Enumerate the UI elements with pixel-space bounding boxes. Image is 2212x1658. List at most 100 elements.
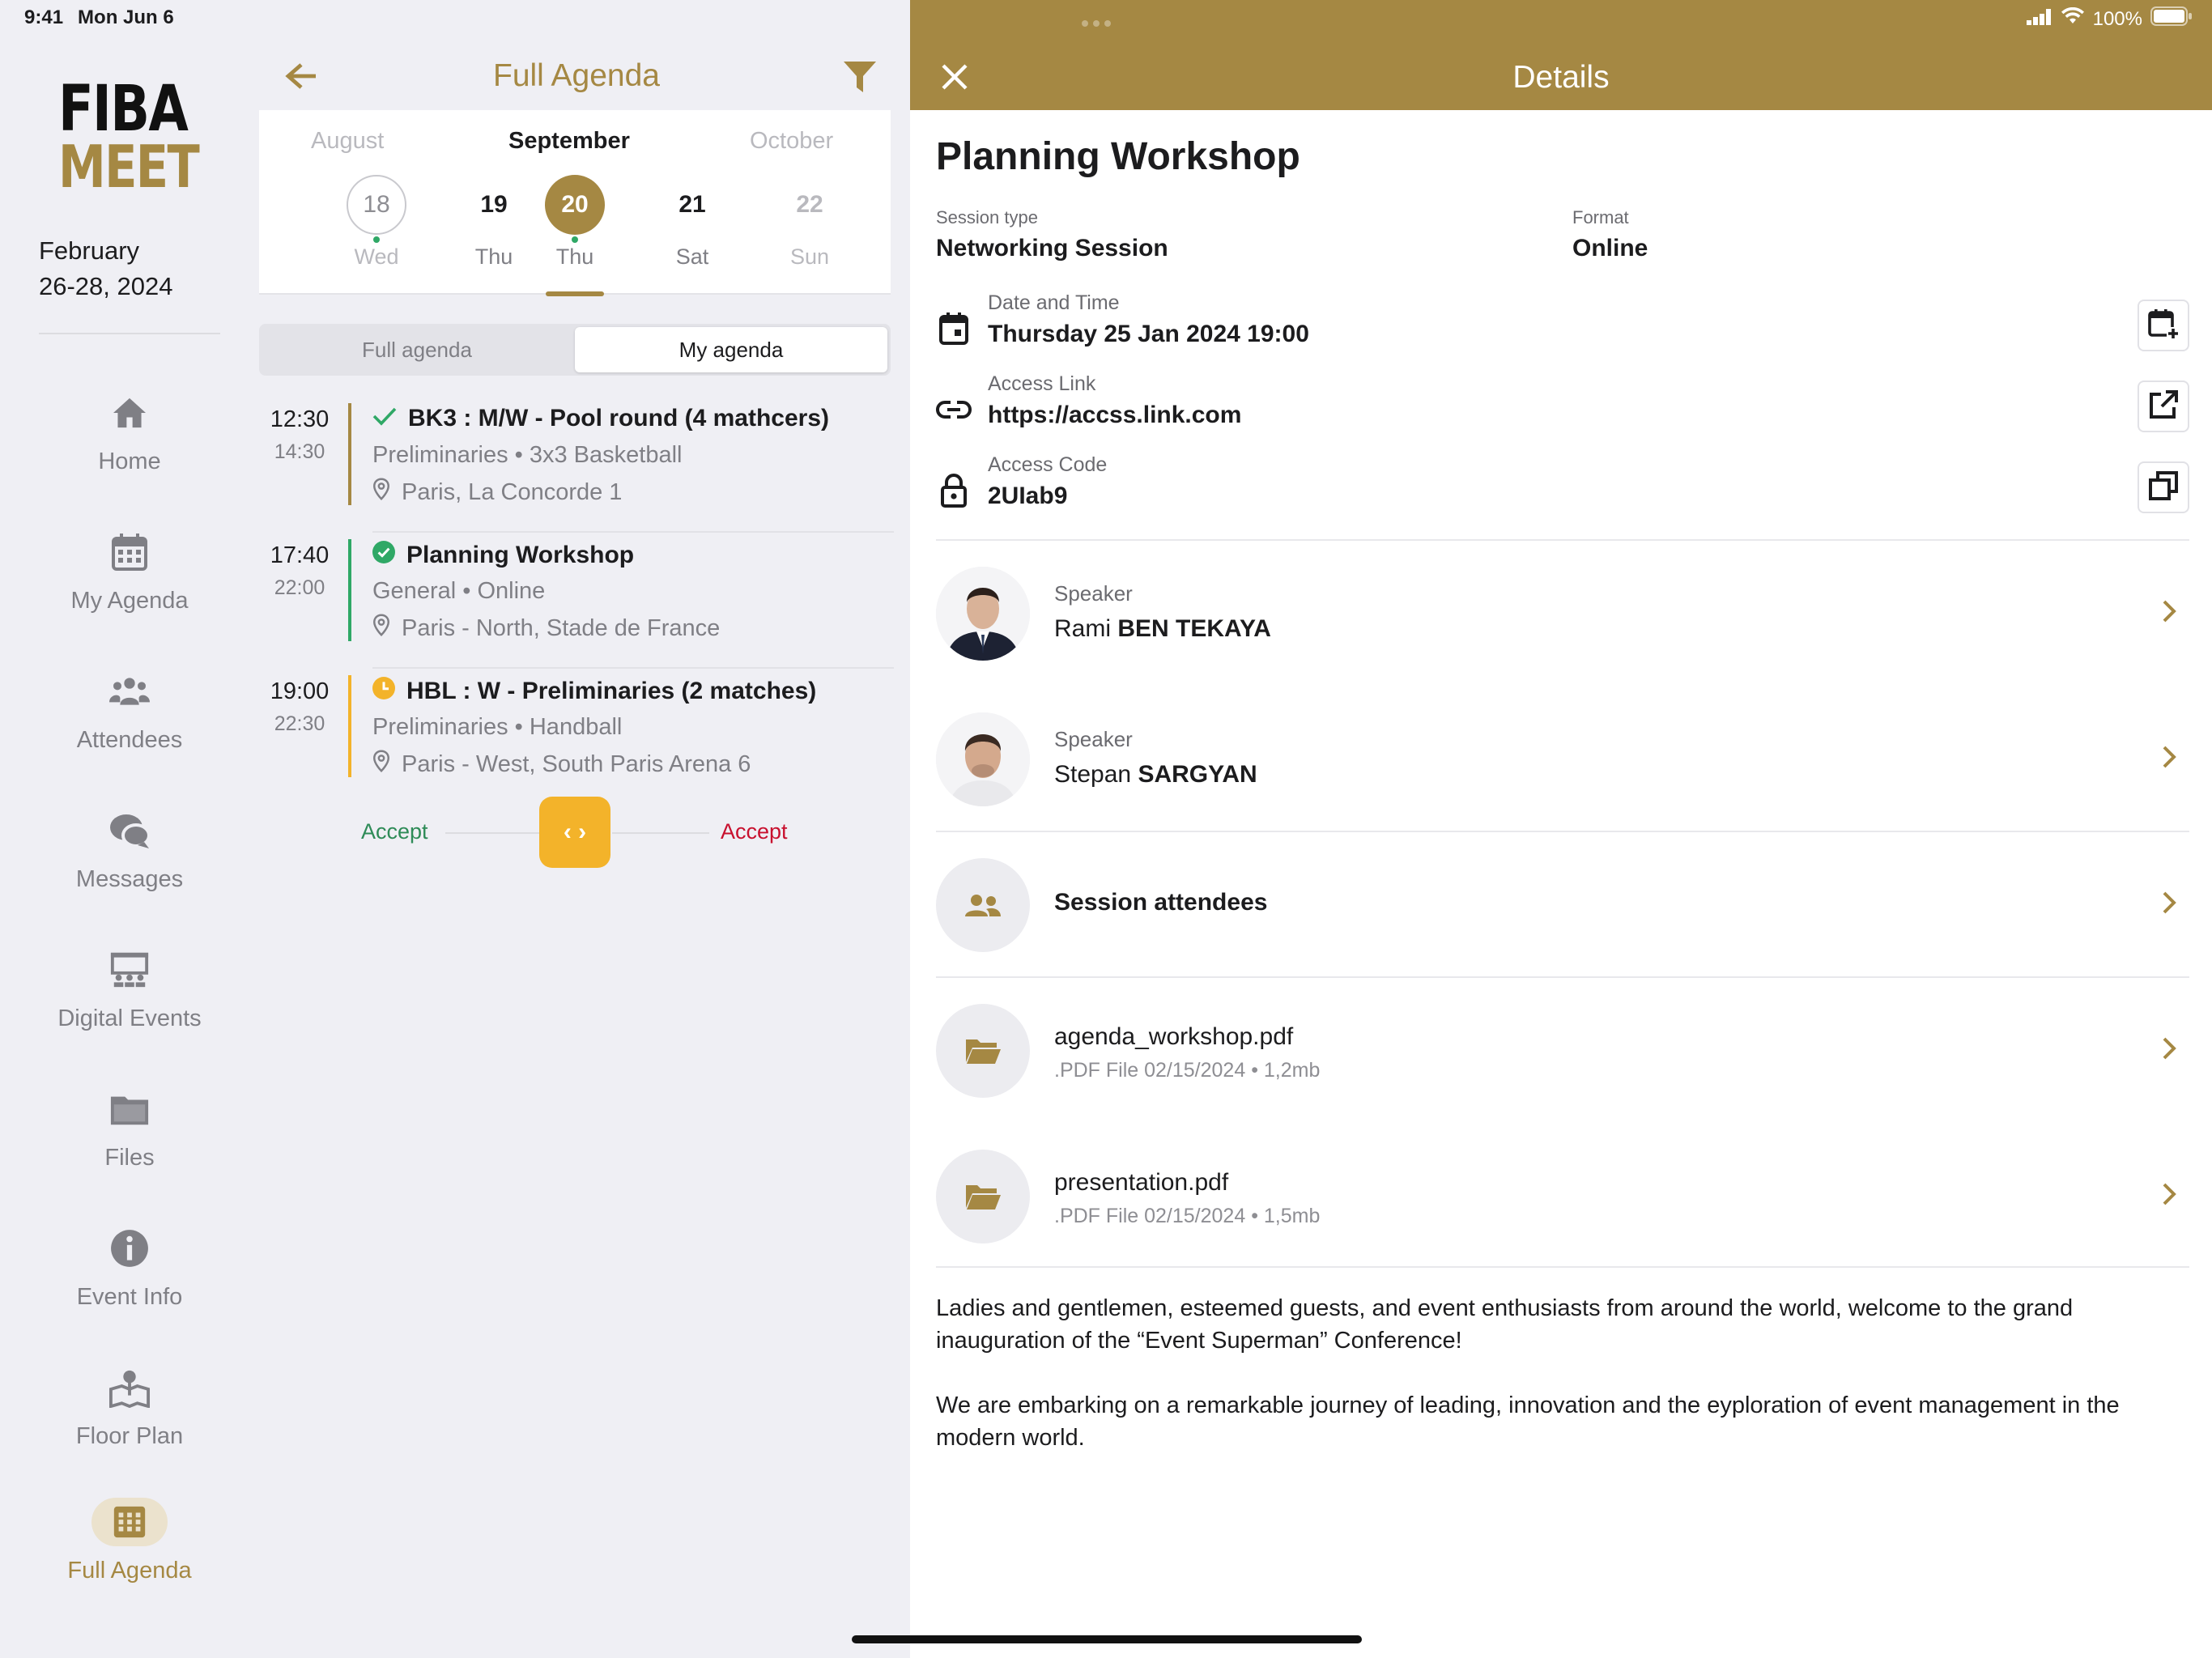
link-icon xyxy=(936,392,972,427)
agenda-segmented-control: Full agenda My agenda xyxy=(259,324,891,376)
session-start: 12:30 xyxy=(270,406,330,432)
home-indicator[interactable] xyxy=(852,1635,1362,1643)
agenda-column: Full Agenda August September October 18 … xyxy=(259,49,894,1658)
access-link-value[interactable]: https://accss.link.com xyxy=(988,402,1241,429)
sidebar-item-label: Messages xyxy=(75,866,184,892)
speaker-name: Stepan SARGYAN xyxy=(1054,761,1257,789)
filter-icon[interactable] xyxy=(842,60,878,98)
tab-full-agenda[interactable]: Full agenda xyxy=(259,324,575,376)
file-row[interactable]: presentation.pdf .PDF File 02/15/2024 • … xyxy=(936,1127,2189,1265)
details-pane: 100% Details Planning Workshop Session t… xyxy=(910,0,2212,1658)
event-date-line-2: 26-28, 2024 xyxy=(39,272,173,300)
sidebar-item-full-agenda[interactable]: Full Agenda xyxy=(24,1498,235,1619)
open-link-button[interactable] xyxy=(2138,380,2189,432)
fiba-meet-logo: FIBA MEET xyxy=(58,78,204,196)
battery-icon xyxy=(2150,6,2193,32)
event-dot-empty xyxy=(491,236,497,243)
date-time-value: Thursday 25 Jan 2024 19:00 xyxy=(988,321,1309,347)
month-prev[interactable]: August xyxy=(311,128,384,155)
lock-icon xyxy=(936,473,972,508)
copy-code-button[interactable] xyxy=(2138,461,2189,513)
speaker-name: Rami BEN TEKAYA xyxy=(1054,615,1271,643)
sidebar-divider xyxy=(39,333,220,334)
swipe-handle[interactable]: ‹ › xyxy=(539,797,610,868)
session-status-bar xyxy=(348,403,351,505)
calendar-event-icon xyxy=(936,311,972,346)
info-icon xyxy=(105,1224,154,1273)
sidebar-item-messages[interactable]: Messages xyxy=(24,806,235,928)
floor-plan-icon xyxy=(105,1363,154,1412)
date-picker: August September October 18 Wed 19 Thu 2… xyxy=(259,110,891,295)
status-bar-right: 100% xyxy=(2026,6,2193,32)
divider xyxy=(936,976,2189,978)
month-current: September xyxy=(508,128,630,154)
location-pin-icon xyxy=(372,478,390,507)
day-21[interactable]: 21 Sat xyxy=(656,175,729,270)
session-title-text: HBL : W - Preliminaries (2 matches) xyxy=(406,678,817,704)
sidebar-item-my-agenda[interactable]: My Agenda xyxy=(24,528,235,649)
session-start: 17:40 xyxy=(270,542,330,568)
date-time-row: Date and Time Thursday 25 Jan 2024 19:00 xyxy=(936,291,2189,364)
session-item[interactable]: 12:30 14:30 BK3 : M/W - Pool round (4 ma… xyxy=(259,397,894,533)
session-location: Paris, La Concorde 1 xyxy=(372,478,622,507)
access-code-label: Access Code xyxy=(988,453,1108,476)
session-attendees-row[interactable]: Session attendees xyxy=(936,835,2189,973)
sidebar-item-label: Floor Plan xyxy=(75,1423,184,1449)
file-meta: .PDF File 02/15/2024 • 1,2mb xyxy=(1054,1059,1321,1082)
file-row[interactable]: agenda_workshop.pdf .PDF File 02/15/2024… xyxy=(936,981,2189,1119)
session-type-value: Networking Session xyxy=(936,235,1168,261)
day-19[interactable]: 19 Thu xyxy=(457,175,530,270)
session-item[interactable]: 17:40 22:00 Planning Workshop General • … xyxy=(259,533,894,669)
tab-my-agenda[interactable]: My agenda xyxy=(575,327,887,372)
check-circle-icon xyxy=(372,541,395,570)
day-18[interactable]: 18 Wed xyxy=(340,175,413,270)
sidebar-item-event-info[interactable]: Event Info xyxy=(24,1224,235,1346)
session-item[interactable]: 19:00 22:30 HBL : W - Preliminaries (2 m… xyxy=(259,669,894,805)
grid-icon xyxy=(91,1498,168,1546)
weekday: Wed xyxy=(354,244,399,269)
session-subtitle: General • Online xyxy=(372,578,546,604)
session-location-text: Paris, La Concorde 1 xyxy=(402,478,623,505)
event-dot-empty xyxy=(689,236,696,243)
clock-icon xyxy=(372,677,395,706)
code-brackets-icon: ‹ › xyxy=(563,818,587,845)
weekday: Sat xyxy=(675,244,709,269)
divider xyxy=(936,539,2189,541)
folder-icon xyxy=(105,1085,154,1133)
add-to-calendar-button[interactable] xyxy=(2138,300,2189,351)
session-location-text: Paris - North, Stade de France xyxy=(402,614,721,641)
session-detail-title: Planning Workshop xyxy=(936,135,1300,178)
sidebar-item-home[interactable]: Home xyxy=(24,389,235,510)
accept-right-label[interactable]: Accept xyxy=(721,819,788,844)
day-22[interactable]: 22 Sun xyxy=(773,175,846,270)
home-icon xyxy=(105,389,154,437)
session-end: 22:00 xyxy=(274,576,325,599)
selected-day-indicator xyxy=(546,291,604,296)
speaker-row[interactable]: Speaker Stepan SARGYAN xyxy=(936,690,2189,827)
sidebar-item-attendees[interactable]: Attendees xyxy=(24,667,235,789)
multitask-dots-icon[interactable] xyxy=(1082,16,1122,27)
avatar xyxy=(936,567,1030,661)
chat-icon xyxy=(105,806,154,855)
description-paragraph: We are embarking on a remarkable journey… xyxy=(936,1392,2120,1451)
sidebar-item-label: My Agenda xyxy=(70,588,189,614)
chevron-right-icon xyxy=(2162,1036,2176,1065)
session-title-text: BK3 : M/W - Pool round (4 mathcers) xyxy=(408,405,830,432)
access-link-row: Access Link https://accss.link.com xyxy=(936,372,2189,445)
folder-open-icon xyxy=(936,1004,1030,1098)
sidebar-item-digital-events[interactable]: Digital Events xyxy=(24,946,235,1067)
format-label: Format xyxy=(1572,207,1629,227)
day-number: 22 xyxy=(796,191,823,218)
accept-left-label[interactable]: Accept xyxy=(361,819,428,844)
chevron-right-icon xyxy=(2162,745,2176,773)
month-next[interactable]: October xyxy=(750,128,833,155)
sidebar: FIBA MEET February 26-28, 2024 Home My A… xyxy=(0,49,259,1658)
session-end: 22:30 xyxy=(274,712,325,735)
sidebar-item-floor-plan[interactable]: Floor Plan xyxy=(24,1363,235,1485)
date-time-label: Date and Time xyxy=(988,291,1120,314)
day-20[interactable]: 20 Thu xyxy=(538,175,611,270)
session-subtitle: Preliminaries • 3x3 Basketball xyxy=(372,442,683,468)
speaker-row[interactable]: Speaker Rami BEN TEKAYA xyxy=(936,544,2189,682)
status-bar-left: 9:41 Mon Jun 6 xyxy=(24,6,174,29)
sidebar-item-files[interactable]: Files xyxy=(24,1085,235,1206)
